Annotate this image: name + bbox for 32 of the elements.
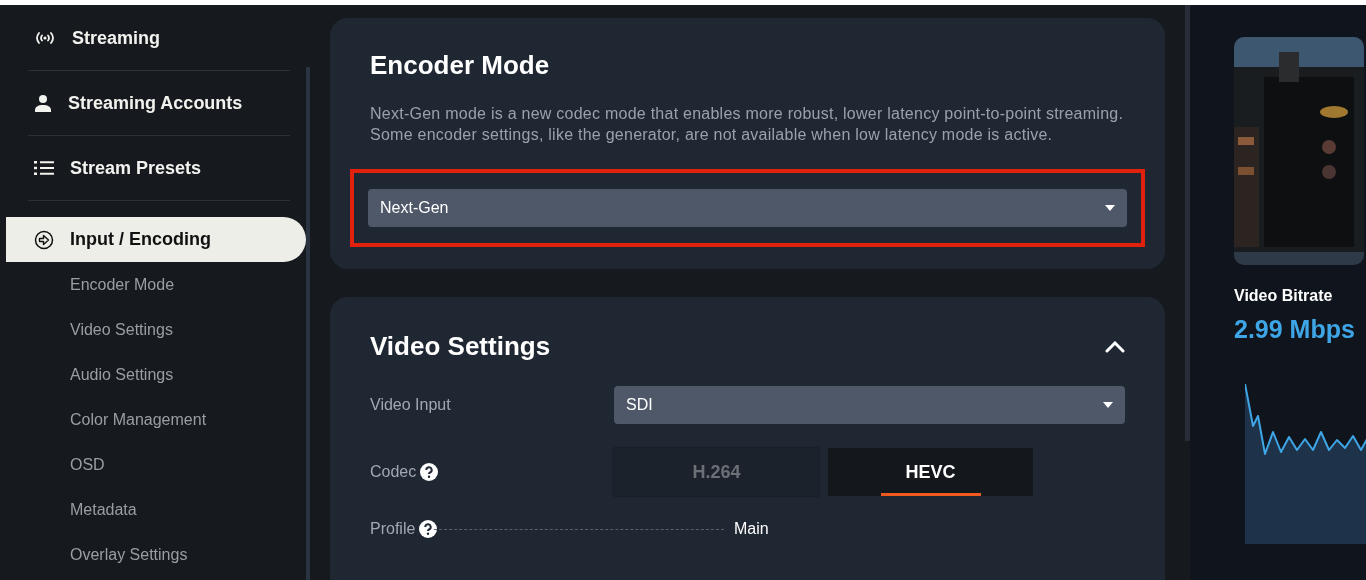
nav-item[interactable]: Input / Encoding [6, 217, 306, 262]
broadcast-icon [34, 31, 56, 45]
nav-item[interactable]: Streaming Accounts [6, 87, 306, 119]
nav-subitem[interactable]: OSD [6, 442, 306, 487]
help-icon[interactable] [419, 520, 438, 538]
nav-item[interactable]: Streaming [6, 22, 306, 54]
nav-subitem[interactable]: Audio Settings [6, 352, 306, 397]
field-value: Main [734, 520, 769, 538]
codec-option[interactable]: HEVC [828, 448, 1033, 496]
metric-label: Video Bitrate [1234, 287, 1334, 305]
card-title: Video Settings [370, 331, 551, 362]
field-label: Codec [370, 463, 417, 481]
metric-value: 2.99 Mbps [1234, 315, 1356, 344]
caret-icon [1103, 402, 1113, 408]
nav-subitem[interactable]: Color Management [6, 397, 306, 442]
nav-subitem[interactable]: Video Settings [6, 307, 306, 352]
encoder-mode-select[interactable]: Next-Gen [368, 189, 1127, 227]
person-icon [34, 94, 52, 112]
field-label: Profile [370, 520, 416, 538]
video-input-select[interactable]: SDI [614, 386, 1125, 424]
card-title: Encoder Mode [370, 50, 551, 81]
help-icon[interactable] [420, 463, 439, 481]
field-label: Video Input [370, 396, 451, 414]
caret-icon [1105, 205, 1115, 211]
nav-item[interactable]: Stream Presets [6, 152, 306, 184]
description: Next-Gen mode is a new codec mode that enables more robust, lower latency point-to-point streaming. Some encoder settings, like the generator, are not available when low latency mode is active. [370, 104, 1125, 145]
list-icon [34, 160, 54, 176]
nav-subitem[interactable]: Metadata [6, 487, 306, 532]
nav-subitem[interactable]: Encoder Mode [6, 262, 306, 307]
chevron-icon[interactable] [1105, 340, 1125, 353]
nav-subitem[interactable]: Overlay Settings [6, 532, 306, 577]
arrow-circle-icon [34, 229, 54, 250]
